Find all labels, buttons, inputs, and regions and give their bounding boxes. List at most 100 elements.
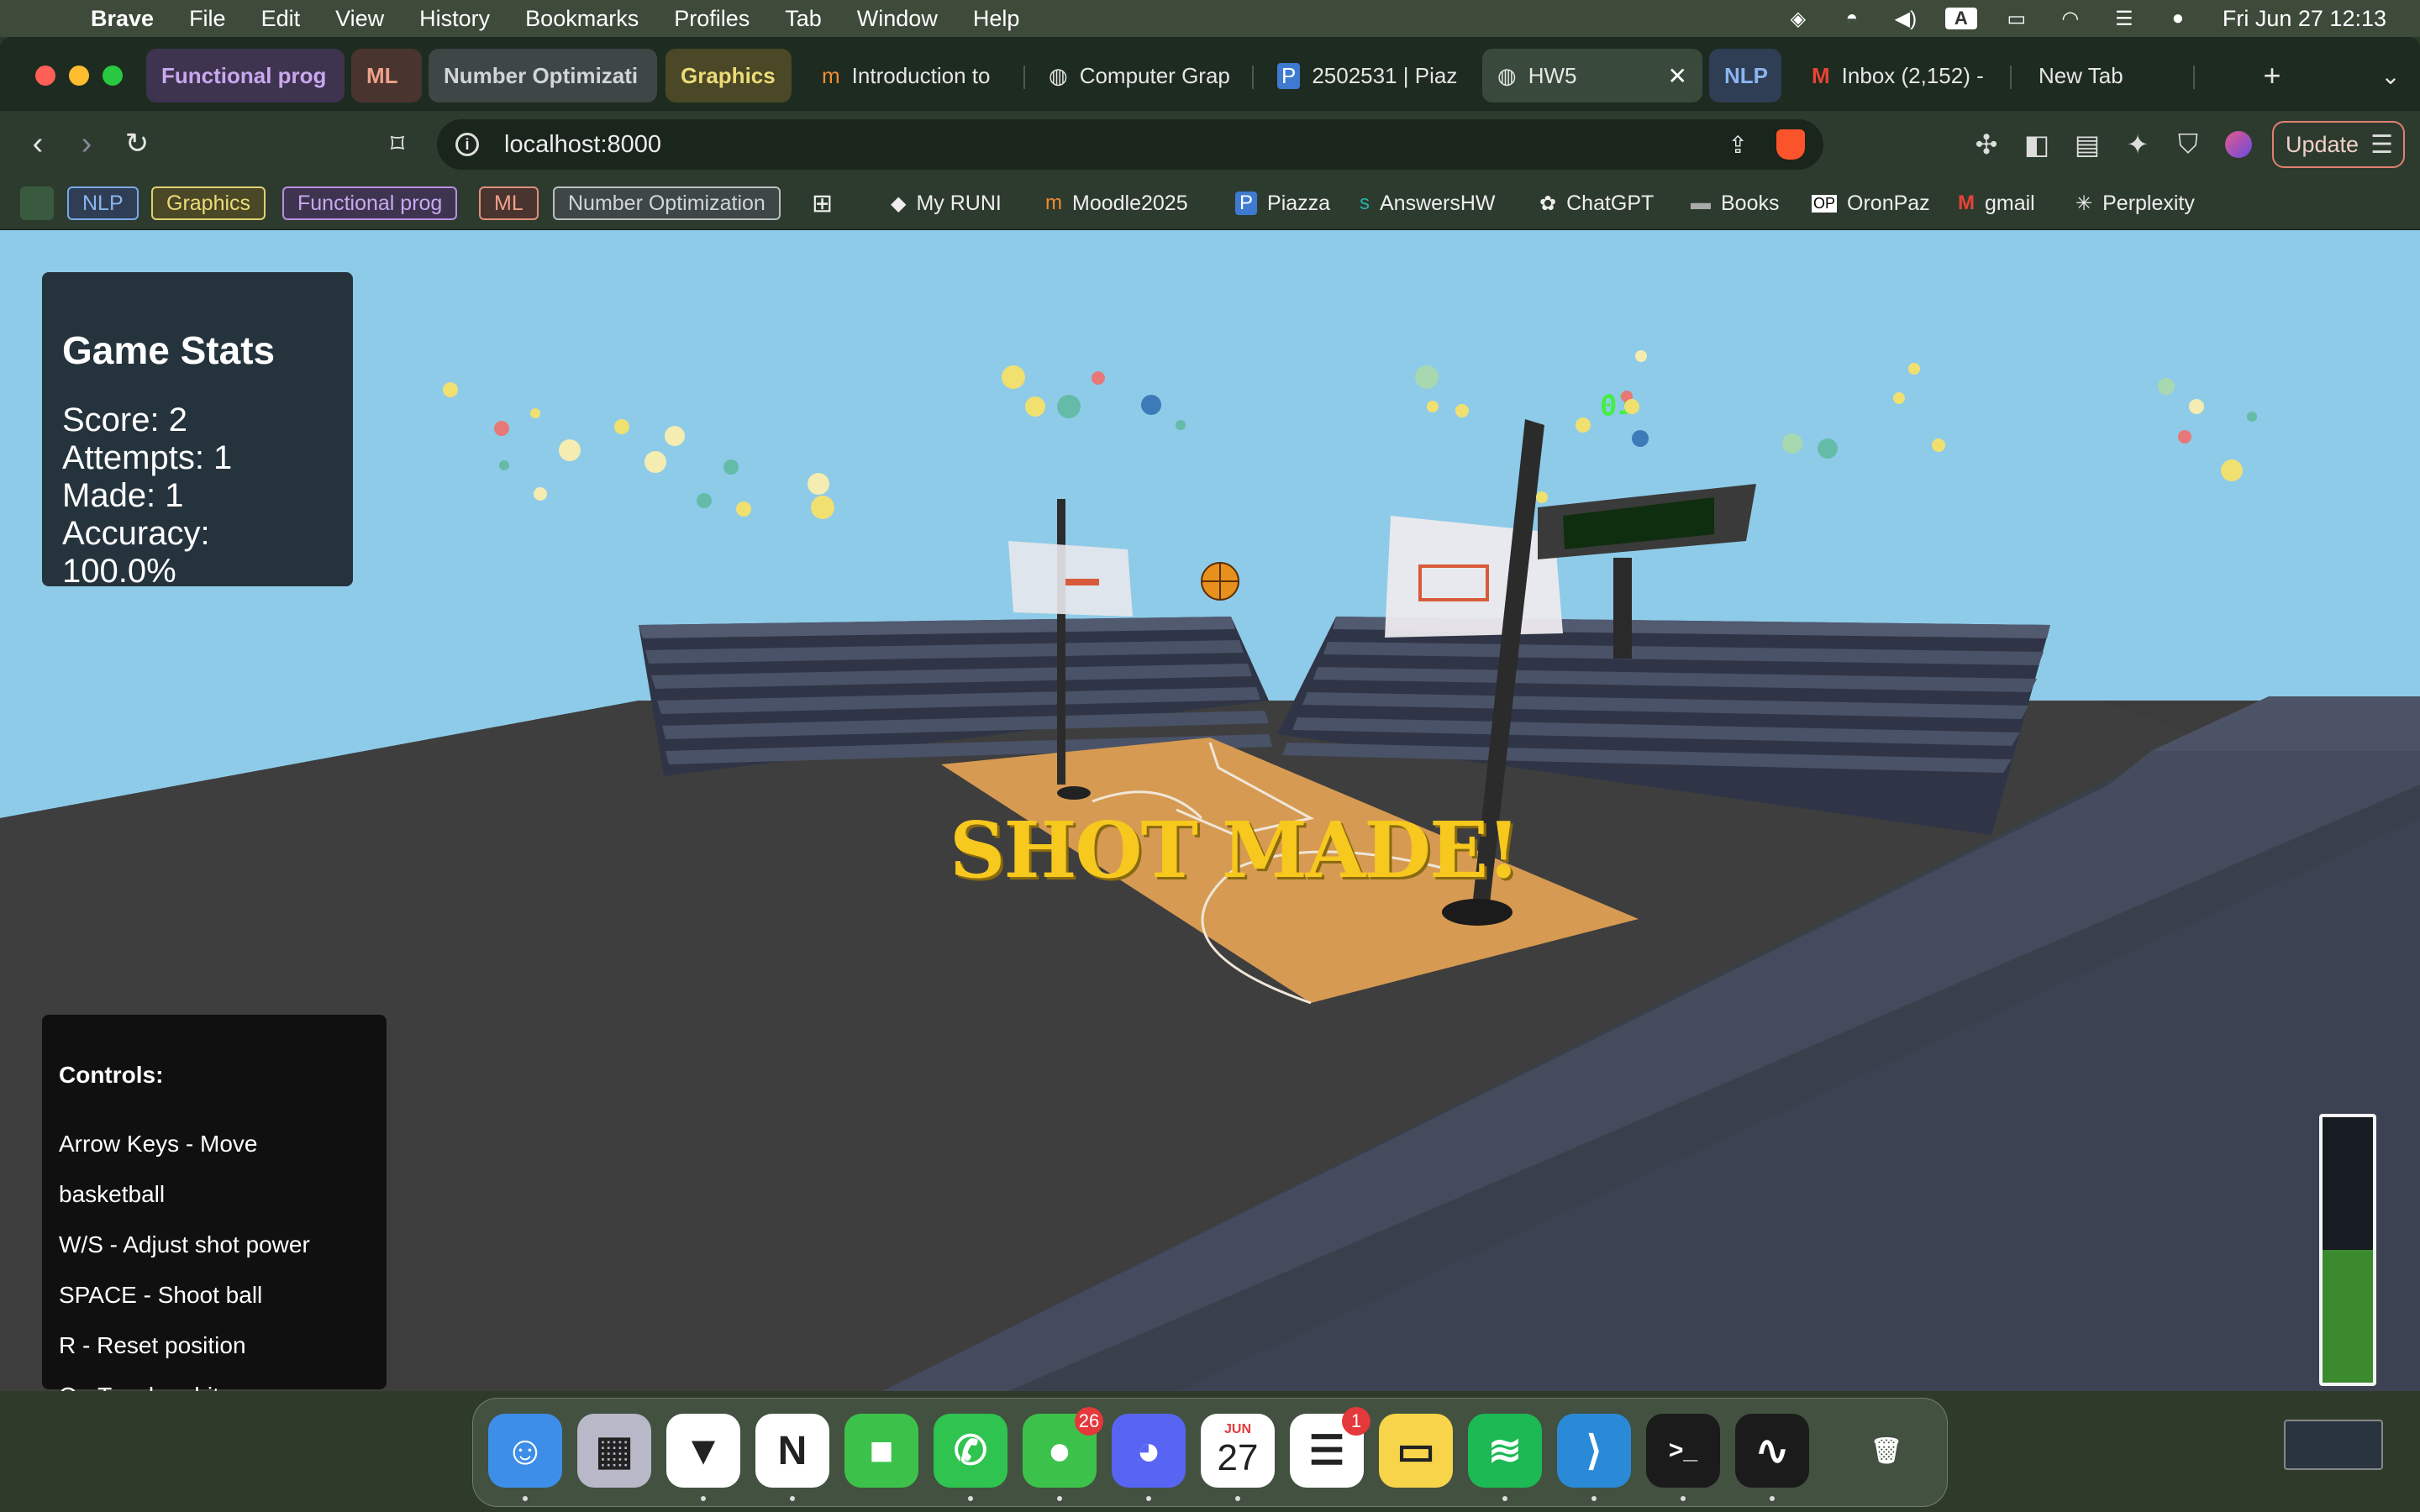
- bookmark-group-graphics[interactable]: Graphics: [151, 186, 266, 220]
- bookmark-oronpaz[interactable]: OP OronPaz: [1812, 186, 1930, 220]
- control-center-icon[interactable]: ☰: [2110, 8, 2139, 30]
- tab-number-optimization[interactable]: Number Optimizati: [429, 49, 657, 102]
- hamburger-menu-icon[interactable]: ☰: [2370, 130, 2393, 160]
- input-source-icon[interactable]: A: [1944, 8, 1977, 29]
- tab-separator: [1252, 66, 1254, 89]
- tab-label: Introduction to: [851, 62, 991, 88]
- minimized-window-thumbnail[interactable]: [2284, 1420, 2383, 1470]
- battery-status-icon[interactable]: ◓: [1838, 7, 1866, 29]
- menu-help[interactable]: Help: [973, 6, 1020, 32]
- menu-profiles[interactable]: Profiles: [674, 6, 750, 32]
- whatsapp-icon[interactable]: ✆: [934, 1414, 1007, 1501]
- shot-power-fill: [2323, 1250, 2373, 1383]
- site-info-icon[interactable]: i: [455, 133, 479, 156]
- bookmark-group-number-optimization[interactable]: Number Optimization: [553, 186, 781, 220]
- menu-file[interactable]: File: [189, 6, 226, 32]
- forward-button[interactable]: ›: [66, 123, 108, 165]
- window-close-button[interactable]: [35, 66, 55, 86]
- tab-close-icon[interactable]: ✕: [1668, 62, 1687, 90]
- bookmark-page-icon[interactable]: ⌑: [376, 123, 418, 165]
- tab-new-tab[interactable]: New Tab: [2023, 49, 2183, 102]
- battery-icon[interactable]: ▭: [2002, 8, 2031, 30]
- bookmark-group-functional-prog[interactable]: Functional prog: [282, 186, 458, 220]
- back-button[interactable]: ‹: [17, 123, 59, 165]
- tab-introduction[interactable]: m Introduction to: [807, 49, 1017, 102]
- calendar-icon[interactable]: JUN 27: [1201, 1414, 1275, 1501]
- trash-icon[interactable]: 🗑: [1849, 1414, 1923, 1488]
- bookmark-moodle2025[interactable]: m Moodle2025: [1045, 186, 1188, 220]
- menu-tab[interactable]: Tab: [785, 6, 822, 32]
- menu-window[interactable]: Window: [857, 6, 938, 32]
- address-bar[interactable]: i localhost:8000 ⇪: [437, 119, 1823, 170]
- wallet-icon[interactable]: ▤: [2069, 126, 2106, 163]
- tab-piazza[interactable]: P 2502531 | Piaz: [1262, 49, 1472, 102]
- new-tab-button[interactable]: +: [2249, 49, 2296, 102]
- terminal-icon[interactable]: >_: [1646, 1414, 1720, 1501]
- sidebar-toggle-icon[interactable]: ◧: [2018, 126, 2055, 163]
- extensions-icon[interactable]: ✣: [1968, 126, 2005, 163]
- tab-gmail-inbox[interactable]: M Inbox (2,152) -: [1797, 49, 1998, 102]
- profile-avatar-icon[interactable]: [2220, 126, 2257, 163]
- control-orbit: O - Toggle orbit camera: [59, 1371, 370, 1391]
- bookmark-piazza[interactable]: P Piazza: [1235, 186, 1330, 220]
- menu-bookmarks[interactable]: Bookmarks: [525, 6, 639, 32]
- menu-history[interactable]: History: [419, 6, 490, 32]
- menu-view[interactable]: View: [335, 6, 384, 32]
- tab-hw5-active[interactable]: ◍ HW5 ✕: [1482, 49, 1702, 102]
- tab-group-graphics[interactable]: Graphics: [666, 49, 792, 102]
- tab-group-functional-prog[interactable]: Functional prog: [146, 49, 345, 102]
- bookmark-label: AnswersHW: [1380, 191, 1496, 215]
- spotify-icon[interactable]: ≋: [1468, 1414, 1542, 1501]
- reload-button[interactable]: ↻: [116, 123, 158, 165]
- control-move: Arrow Keys - Move basketball: [59, 1131, 258, 1207]
- messages-icon[interactable]: ● 26: [1023, 1407, 1103, 1501]
- control-power: W/S - Adjust shot power: [59, 1231, 310, 1257]
- running-indicator: [1681, 1496, 1686, 1501]
- reminders-icon[interactable]: ☰ 1: [1290, 1407, 1370, 1488]
- tab-group-nlp[interactable]: NLP: [1709, 49, 1781, 102]
- activity-monitor-icon[interactable]: ∿: [1735, 1414, 1809, 1501]
- bookmark-answershw[interactable]: s AnswersHW: [1360, 186, 1496, 220]
- dock: ☺ ▦ ▼ N ■ ✆ ● 26 ◕ JUN 27 ☰ 1 ▭ ≋ ⟩ >_ ∿ 🗑: [472, 1398, 1948, 1507]
- tab-group-ml[interactable]: ML: [351, 49, 422, 102]
- bookmark-perplexity[interactable]: ✳ Perplexity: [2075, 186, 2195, 220]
- tab-list-chevron-icon[interactable]: ⌄: [2370, 49, 2412, 102]
- menu-edit[interactable]: Edit: [261, 6, 301, 32]
- share-icon[interactable]: ⇪: [1728, 131, 1748, 159]
- brave-icon[interactable]: ▼: [666, 1414, 740, 1501]
- bookmark-gmail[interactable]: Mgmail: [1958, 186, 2035, 220]
- bookmark-chatgpt[interactable]: ✿ ChatGPT: [1539, 186, 1654, 220]
- vpn-shield-icon[interactable]: ⛉: [2170, 126, 2207, 163]
- menu-clock[interactable]: Fri Jun 27 12:13: [2223, 6, 2386, 32]
- apps-grid-icon[interactable]: ⊞: [812, 186, 833, 220]
- url-text[interactable]: localhost:8000: [504, 131, 661, 159]
- notes-icon[interactable]: ▭: [1379, 1414, 1453, 1488]
- facetime-icon[interactable]: ■: [844, 1414, 918, 1488]
- vscode-icon[interactable]: ⟩: [1557, 1414, 1631, 1501]
- brave-shields-icon[interactable]: [1776, 129, 1805, 160]
- tab-computer-graphics[interactable]: ◍ Computer Grap: [1034, 49, 1244, 102]
- control-reset: R - Reset position: [59, 1332, 246, 1358]
- volume-icon[interactable]: ◀): [1891, 8, 1920, 30]
- shot-made-message: SHOT MADE!: [950, 805, 1521, 895]
- update-button[interactable]: Update ☰: [2272, 121, 2405, 168]
- launchpad-icon[interactable]: ▦: [577, 1414, 651, 1488]
- bookmark-my-runi[interactable]: ◆ My RUNI: [891, 186, 1002, 220]
- discord-icon[interactable]: ◕: [1112, 1414, 1186, 1501]
- stats-title: Game Stats: [62, 328, 276, 372]
- bookmark-group-nlp[interactable]: NLP: [67, 186, 139, 220]
- bookmark-books[interactable]: ▬ Books: [1691, 186, 1779, 220]
- siri-icon[interactable]: ●: [2164, 7, 2192, 29]
- tab-label: 2502531 | Piaz: [1312, 62, 1458, 88]
- finder-icon[interactable]: ☺: [488, 1414, 562, 1501]
- notion-icon[interactable]: N: [755, 1414, 829, 1501]
- bookmarks-group-icon[interactable]: [20, 186, 54, 220]
- bookmark-group-ml[interactable]: ML: [479, 186, 539, 220]
- status-drop-icon[interactable]: ◈: [1784, 8, 1812, 30]
- window-zoom-button[interactable]: [103, 66, 123, 86]
- wifi-icon[interactable]: ◠: [2056, 8, 2085, 30]
- window-minimize-button[interactable]: [69, 66, 89, 86]
- menu-app-name[interactable]: Brave: [91, 6, 154, 32]
- leo-ai-icon[interactable]: ✦: [2119, 126, 2156, 163]
- game-canvas[interactable]: 01 Game Stats Score: 2 Attempts: 1 Made:…: [0, 230, 2420, 1391]
